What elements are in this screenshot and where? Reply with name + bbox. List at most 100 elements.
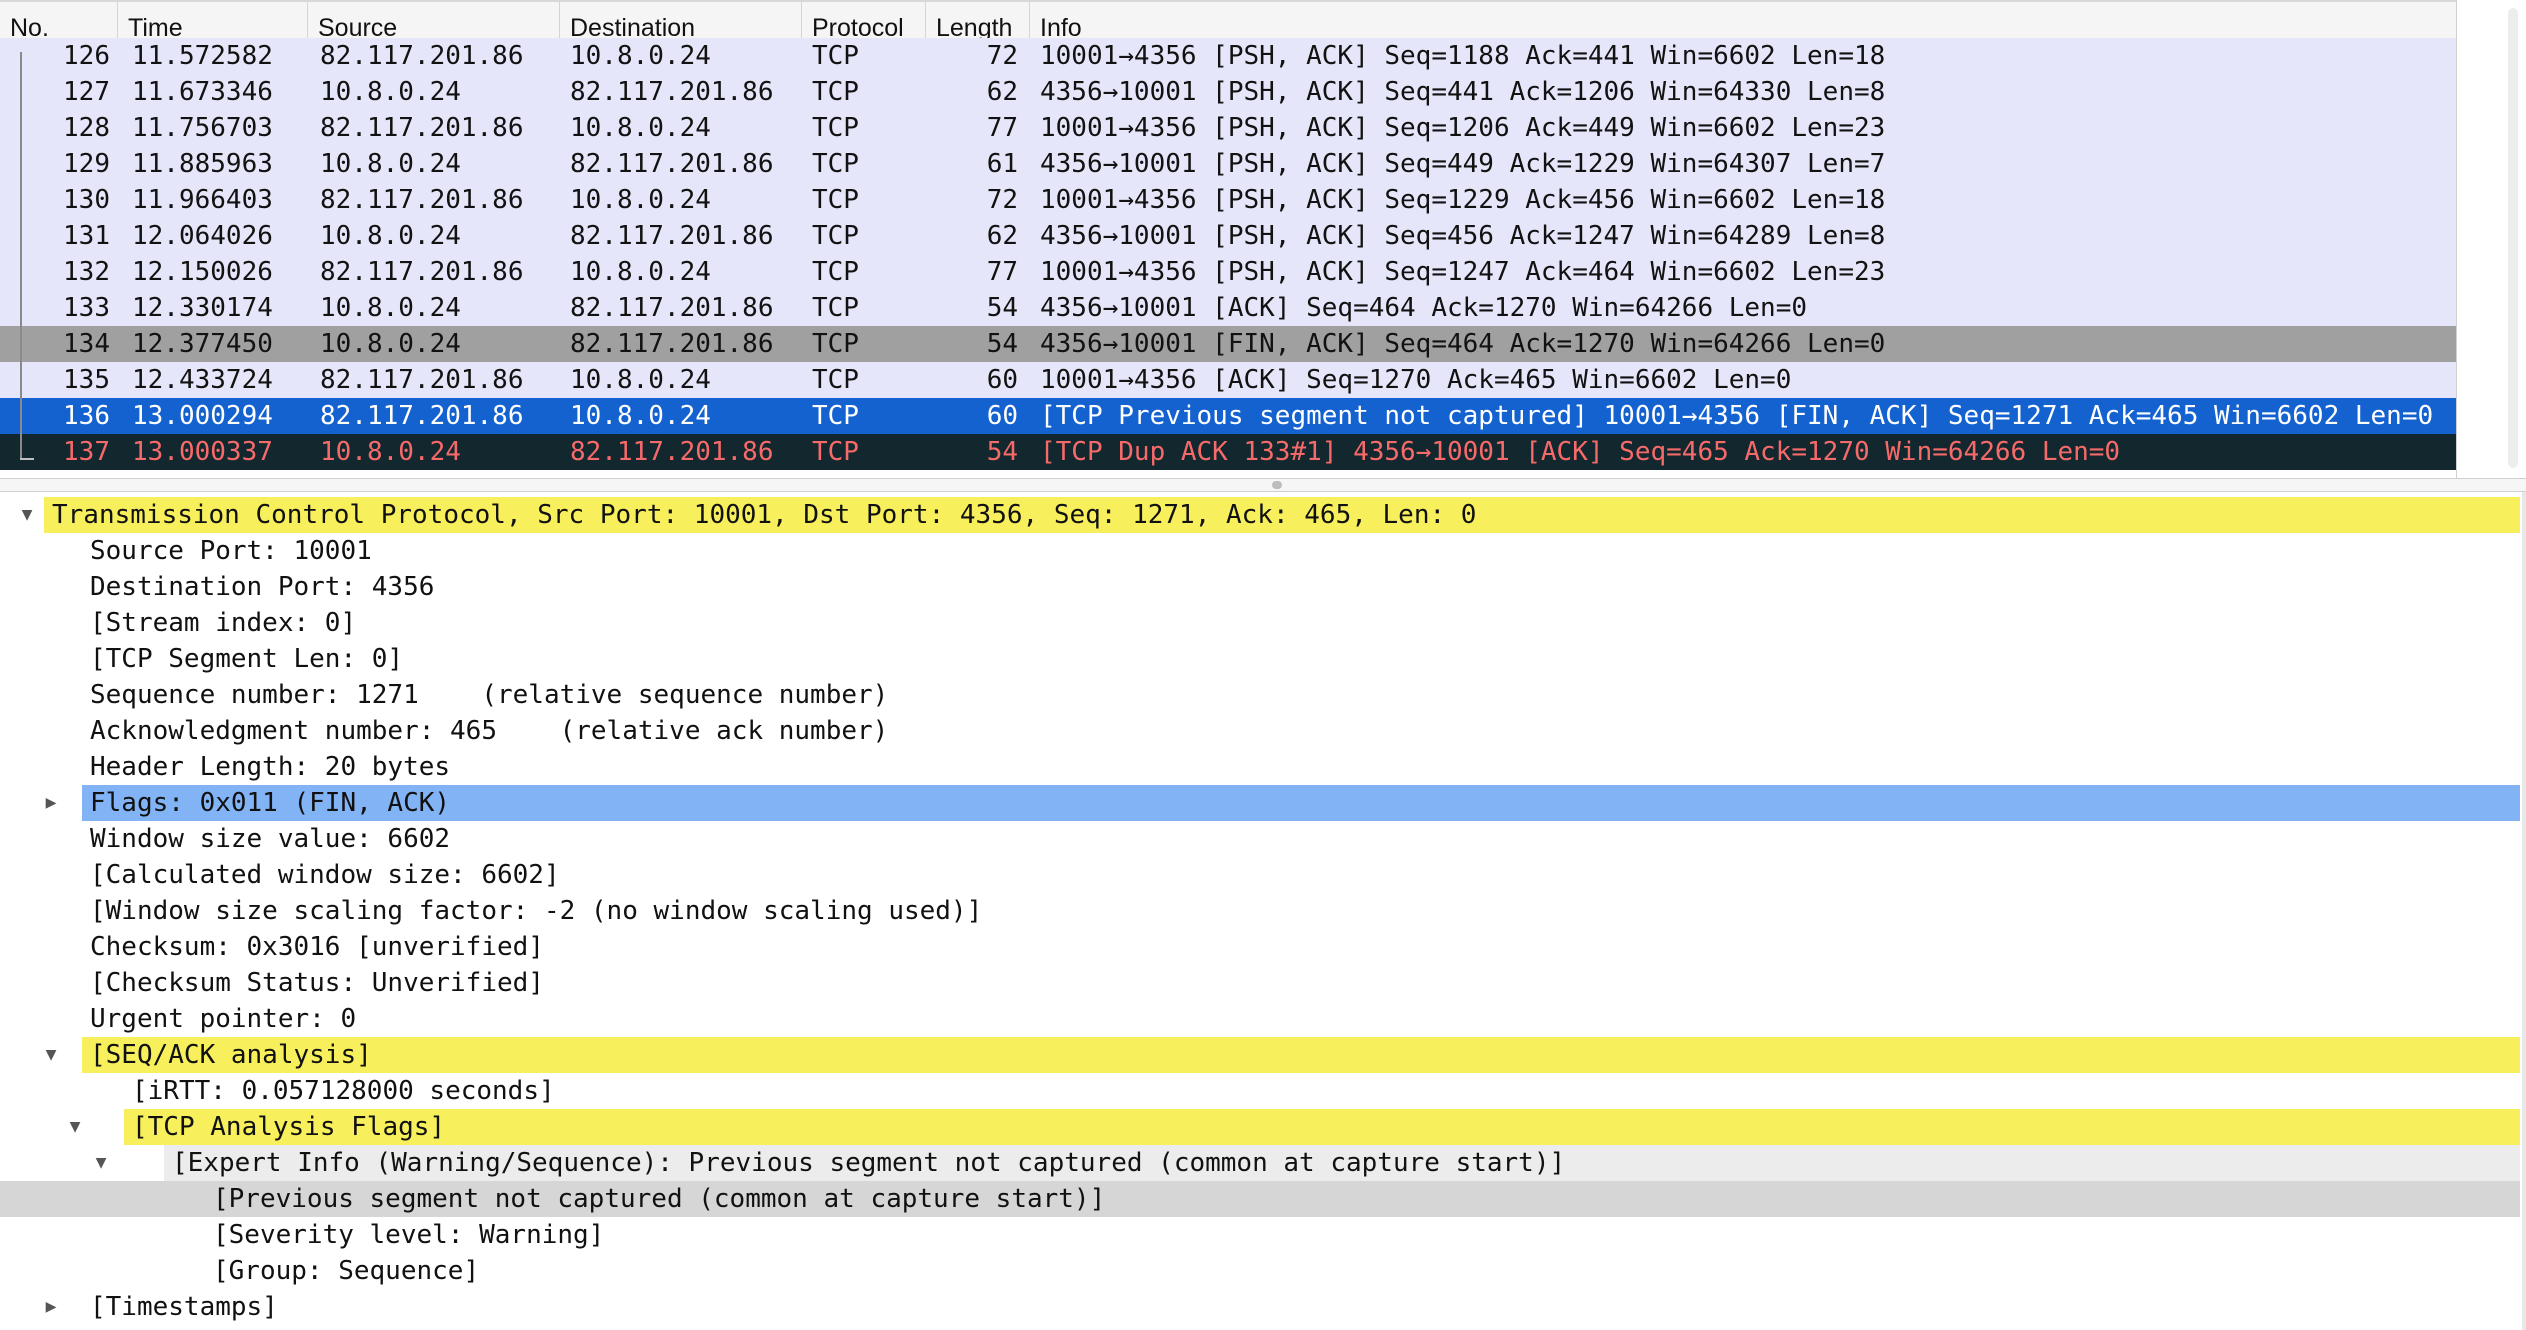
- tree-irtt[interactable]: [iRTT: 0.057128000 seconds]: [0, 1073, 2526, 1109]
- tree-item-label: Sequence number: 1271 (relative sequence…: [90, 680, 889, 710]
- packet-info: 4356→10001 [FIN, ACK] Seq=464 Ack=1270 W…: [1040, 329, 1886, 359]
- tree-destination-port[interactable]: Destination Port: 4356: [0, 569, 2526, 605]
- packet-info: 4356→10001 [PSH, ACK] Seq=456 Ack=1247 W…: [1040, 221, 1886, 251]
- tree-source-port[interactable]: Source Port: 10001: [0, 533, 2526, 569]
- packet-destination: 82.117.201.86: [570, 293, 774, 323]
- splitter-grip[interactable]: [1272, 481, 1282, 489]
- tree-severity-level[interactable]: [Severity level: Warning]: [0, 1217, 2526, 1253]
- packet-destination: 82.117.201.86: [570, 149, 774, 179]
- packet-time: 11.673346: [132, 77, 273, 107]
- packet-source: 82.117.201.86: [320, 401, 524, 431]
- tree-group[interactable]: [Group: Sequence]: [0, 1253, 2526, 1289]
- packet-length: 61: [986, 149, 1018, 179]
- tree-window-size[interactable]: Window size value: 6602: [0, 821, 2526, 857]
- packet-row[interactable]: 131 12.064026 10.8.0.24 82.117.201.86 TCP 62 4…: [0, 218, 2456, 254]
- expand-arrow-icon[interactable]: ▼: [14, 497, 40, 533]
- packet-no: 130: [63, 185, 110, 215]
- packet-destination: 82.117.201.86: [570, 329, 774, 359]
- packet-time: 11.885963: [132, 149, 273, 179]
- expand-arrow-icon[interactable]: ▼: [88, 1145, 114, 1181]
- scrollbar-thumb[interactable]: [2508, 8, 2518, 468]
- packet-time: 12.330174: [132, 293, 273, 323]
- row-highlight: [124, 1109, 2520, 1145]
- packet-no: 133: [63, 293, 110, 323]
- packet-no: 131: [63, 221, 110, 251]
- packet-length: 77: [986, 257, 1018, 287]
- expand-arrow-icon[interactable]: ▼: [62, 1109, 88, 1145]
- tree-urgent-pointer[interactable]: Urgent pointer: 0: [0, 1001, 2526, 1037]
- packet-destination: 10.8.0.24: [570, 401, 711, 431]
- tree-timestamps[interactable]: ▶ [Timestamps]: [0, 1289, 2526, 1325]
- packet-source: 82.117.201.86: [320, 185, 524, 215]
- packet-row[interactable]: 130 11.966403 82.117.201.86 10.8.0.24 TCP 72 1…: [0, 182, 2456, 218]
- packet-info: 4356→10001 [ACK] Seq=464 Ack=1270 Win=64…: [1040, 293, 1808, 323]
- packet-info: 4356→10001 [PSH, ACK] Seq=441 Ack=1206 W…: [1040, 77, 1886, 107]
- packet-protocol: TCP: [812, 221, 859, 251]
- row-highlight: [82, 1037, 2520, 1073]
- tree-flags[interactable]: ▶ Flags: 0x011 (FIN, ACK): [0, 785, 2526, 821]
- packet-list: No. Time Source Destination Protocol Len…: [0, 0, 2526, 478]
- tree-window-scaling[interactable]: [Window size scaling factor: -2 (no wind…: [0, 893, 2526, 929]
- collapse-arrow-icon[interactable]: ▶: [38, 785, 64, 821]
- tree-expert-info[interactable]: ▼ [Expert Info (Warning/Sequence): Previo…: [0, 1145, 2526, 1181]
- packet-protocol: TCP: [812, 149, 859, 179]
- packet-row[interactable]: 129 11.885963 10.8.0.24 82.117.201.86 TCP 61 4…: [0, 146, 2456, 182]
- packet-row[interactable]: 126 11.572582 82.117.201.86 10.8.0.24 TCP 72 1…: [0, 38, 2456, 74]
- packet-row[interactable]: 133 12.330174 10.8.0.24 82.117.201.86 TCP 54 4…: [0, 290, 2456, 326]
- packet-destination: 10.8.0.24: [570, 185, 711, 215]
- packet-destination: 10.8.0.24: [570, 257, 711, 287]
- packet-protocol: TCP: [812, 365, 859, 395]
- packet-source: 10.8.0.24: [320, 329, 461, 359]
- packet-row[interactable]: 132 12.150026 82.117.201.86 10.8.0.24 TCP 77 1…: [0, 254, 2456, 290]
- packet-list-scrollbar[interactable]: [2456, 0, 2526, 478]
- packet-row[interactable]: 128 11.756703 82.117.201.86 10.8.0.24 TCP 77 1…: [0, 110, 2456, 146]
- tree-item-label: [Window size scaling factor: -2 (no wind…: [90, 896, 983, 926]
- details-edge: [2522, 492, 2526, 1330]
- packet-time: 12.377450: [132, 329, 273, 359]
- tree-checksum-status[interactable]: [Checksum Status: Unverified]: [0, 965, 2526, 1001]
- tree-seq-ack-analysis[interactable]: ▼ [SEQ/ACK analysis]: [0, 1037, 2526, 1073]
- packet-destination: 82.117.201.86: [570, 221, 774, 251]
- tree-item-label: Transmission Control Protocol, Src Port:…: [52, 500, 1477, 530]
- tree-stream-index[interactable]: [Stream index: 0]: [0, 605, 2526, 641]
- packet-time: 11.572582: [132, 41, 273, 71]
- packet-no: 126: [63, 41, 110, 71]
- tree-item-label: [Severity level: Warning]: [213, 1220, 605, 1250]
- packet-no: 136: [63, 401, 110, 431]
- tree-analysis-flags[interactable]: ▼ [TCP Analysis Flags]: [0, 1109, 2526, 1145]
- tree-previous-segment[interactable]: [Previous segment not captured (common a…: [0, 1181, 2526, 1217]
- packet-source: 10.8.0.24: [320, 221, 461, 251]
- packet-length: 62: [986, 221, 1018, 251]
- packet-row[interactable]: 136 13.000294 82.117.201.86 10.8.0.24 TCP 60 […: [0, 398, 2456, 434]
- tree-sequence-number[interactable]: Sequence number: 1271 (relative sequence…: [0, 677, 2526, 713]
- packet-protocol: TCP: [812, 185, 859, 215]
- packet-destination: 10.8.0.24: [570, 365, 711, 395]
- tree-calculated-window[interactable]: [Calculated window size: 6602]: [0, 857, 2526, 893]
- tree-item-label: [SEQ/ACK analysis]: [90, 1040, 372, 1070]
- packet-length: 72: [986, 185, 1018, 215]
- pane-splitter[interactable]: [0, 478, 2526, 492]
- tree-ack-number[interactable]: Acknowledgment number: 465 (relative ack…: [0, 713, 2526, 749]
- packet-destination: 82.117.201.86: [570, 437, 774, 467]
- packet-length: 72: [986, 41, 1018, 71]
- related-packet-end-marker: [20, 458, 34, 460]
- packet-row[interactable]: 137 13.000337 10.8.0.24 82.117.201.86 TCP 54 […: [0, 434, 2456, 470]
- packet-protocol: TCP: [812, 401, 859, 431]
- tree-item-label: [Calculated window size: 6602]: [90, 860, 560, 890]
- tree-item-label: [Previous segment not captured (common a…: [213, 1184, 1106, 1214]
- tree-checksum[interactable]: Checksum: 0x3016 [unverified]: [0, 929, 2526, 965]
- tree-tcp-header[interactable]: ▼ Transmission Control Protocol, Src Port…: [0, 497, 2526, 533]
- collapse-arrow-icon[interactable]: ▶: [38, 1289, 64, 1325]
- packet-row[interactable]: 135 12.433724 82.117.201.86 10.8.0.24 TCP 60 1…: [0, 362, 2456, 398]
- tree-header-length[interactable]: Header Length: 20 bytes: [0, 749, 2526, 785]
- tree-item-label: Window size value: 6602: [90, 824, 451, 854]
- packet-info: 10001→4356 [PSH, ACK] Seq=1206 Ack=449 W…: [1040, 113, 1886, 143]
- tree-segment-len[interactable]: [TCP Segment Len: 0]: [0, 641, 2526, 677]
- packet-no: 137: [63, 437, 110, 467]
- tree-item-label: Flags: 0x011 (FIN, ACK): [90, 788, 451, 818]
- packet-length: 77: [986, 113, 1018, 143]
- packet-row[interactable]: 134 12.377450 10.8.0.24 82.117.201.86 TCP 54 4…: [0, 326, 2456, 362]
- tree-item-label: [Checksum Status: Unverified]: [90, 968, 544, 998]
- expand-arrow-icon[interactable]: ▼: [38, 1037, 64, 1073]
- packet-row[interactable]: 127 11.673346 10.8.0.24 82.117.201.86 TCP 62 4…: [0, 74, 2456, 110]
